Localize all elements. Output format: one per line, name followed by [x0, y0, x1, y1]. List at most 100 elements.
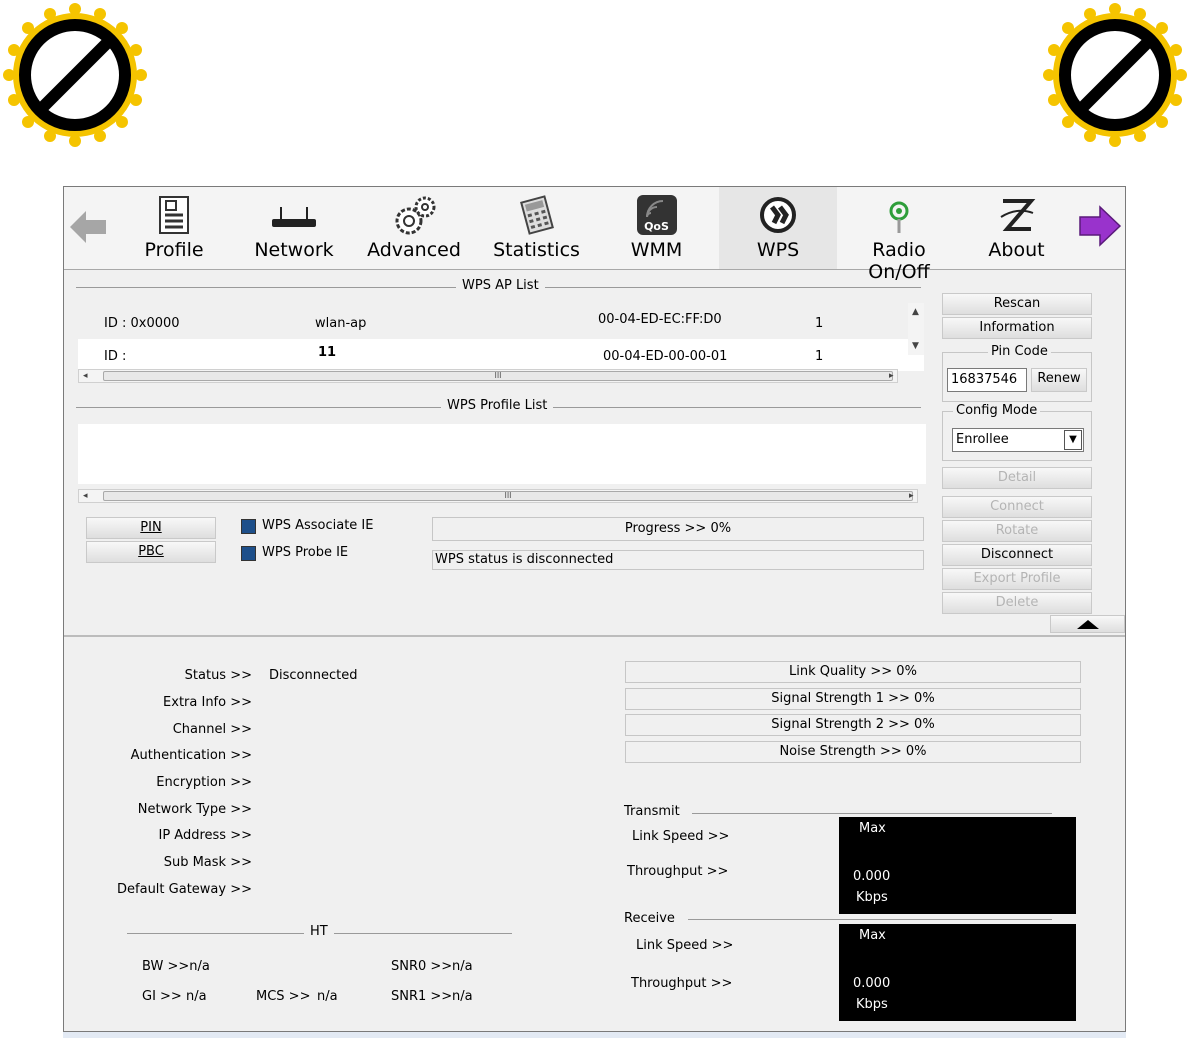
transmit-graph: Max 0.000 Kbps [839, 817, 1076, 914]
ap-list-hscrollbar[interactable]: ◂ III ▸ [78, 369, 898, 383]
ap-list-vscrollbar[interactable]: ▲ ▼ [908, 303, 924, 355]
collapse-button[interactable] [1050, 615, 1125, 633]
authentication-label: Authentication >> [130, 748, 252, 763]
wps-profile-list[interactable] [78, 424, 926, 484]
wireless-utility-window: Profile Network Advanced Statistics QoS … [63, 186, 1126, 1032]
wps-status-value: WPS status is disconnected [435, 552, 614, 567]
pin-button[interactable]: PIN [86, 517, 216, 539]
config-mode-select[interactable]: Enrollee ▼ [952, 428, 1084, 452]
transmit-unit: Kbps [856, 890, 888, 905]
snr0-value: n/a [452, 959, 473, 974]
tab-radio-label: Radio On/Off [868, 239, 930, 283]
tab-about-label: About [988, 239, 1045, 261]
information-button[interactable]: Information [942, 317, 1092, 339]
connect-button[interactable]: Connect [942, 496, 1092, 518]
tab-advanced[interactable]: Advanced [359, 187, 469, 269]
wps-associate-ie-label: WPS Associate IE [262, 518, 374, 533]
disconnect-button[interactable]: Disconnect [942, 544, 1092, 566]
ap-row[interactable]: ID : 0x0000 wlan-ap 00-04-ED-EC:FF:D0 1 [78, 303, 908, 339]
profile-list-scroll-thumb[interactable]: III [103, 491, 913, 501]
export-profile-button[interactable]: Export Profile [942, 568, 1092, 590]
ap-row-ssid: 11 [318, 345, 337, 360]
tab-network[interactable]: Network [239, 187, 349, 269]
pin-code-label: Pin Code [988, 344, 1051, 359]
ap-list-scroll-thumb[interactable]: III [103, 371, 893, 381]
mcs-value: n/a [317, 989, 338, 1004]
tab-profile-label: Profile [144, 239, 204, 261]
detail-button[interactable]: Detail [942, 467, 1092, 489]
scroll-right-icon[interactable]: ▸ [909, 491, 914, 501]
tab-wmm[interactable]: QoS WMM [604, 187, 709, 269]
receive-value: 0.000 [853, 976, 891, 991]
receive-unit: Kbps [856, 997, 888, 1012]
receive-max: Max [859, 928, 886, 943]
checkbox-checked-icon [241, 546, 256, 561]
bw-value: BW >>n/a [142, 959, 210, 974]
pin-code-field[interactable]: 16837546 [947, 368, 1027, 392]
scroll-up-icon[interactable]: ▲ [912, 307, 919, 317]
snr1-label: SNR1 >> [391, 989, 453, 1004]
toolbar: Profile Network Advanced Statistics QoS … [64, 187, 1125, 283]
rescan-button[interactable]: Rescan [942, 293, 1092, 315]
ap-row-mac: 00-04-ED-00-00-01 [603, 349, 728, 364]
advanced-gears-icon [395, 196, 436, 235]
ap-row-channel: 1 [815, 316, 824, 331]
back-arrow-icon[interactable] [68, 207, 108, 247]
default-gateway-label: Default Gateway >> [117, 882, 252, 897]
gi-value: GI >> n/a [142, 989, 207, 1004]
about-logo-icon [999, 199, 1035, 231]
wps-ap-list[interactable]: ID : 0x0000 wlan-ap 00-04-ED-EC:FF:D0 1 … [78, 303, 924, 371]
transmit-title: Transmit [624, 804, 686, 819]
wps-status-text: WPS status is disconnected [432, 550, 924, 570]
scroll-right-icon[interactable]: ▸ [889, 371, 894, 381]
scroll-down-icon[interactable]: ▼ [912, 341, 919, 351]
tab-statistics-label: Statistics [493, 239, 580, 261]
signal-strength-1-bar: Signal Strength 1 >> 0% [625, 688, 1081, 710]
ap-row-channel: 1 [815, 349, 824, 364]
ap-row[interactable]: ID : 11 00-04-ED-00-00-01 1 [78, 339, 908, 371]
noise-strength-text: Noise Strength >> 0% [779, 744, 927, 759]
scroll-left-icon[interactable]: ◂ [83, 491, 88, 501]
progress-text: Progress >> 0% [624, 521, 732, 536]
tab-profile[interactable]: Profile [119, 187, 229, 269]
tab-wps-label: WPS [756, 239, 800, 261]
rotate-button[interactable]: Rotate [942, 520, 1092, 542]
transmit-link-speed-label: Link Speed >> [632, 829, 730, 844]
receive-graph: Max 0.000 Kbps [839, 924, 1076, 1021]
extra-info-label: Extra Info >> [163, 695, 252, 710]
qos-icon-text: QoS [644, 220, 669, 233]
renew-button[interactable]: Renew [1031, 368, 1087, 392]
prohibited-badge-icon-right [1043, 3, 1187, 147]
wps-ap-list-title: WPS AP List [456, 278, 545, 293]
profile-icon [159, 196, 189, 234]
tab-about[interactable]: About [964, 187, 1069, 269]
delete-button[interactable]: Delete [942, 592, 1092, 614]
receive-title: Receive [624, 911, 681, 926]
tab-wps[interactable]: WPS [719, 187, 837, 269]
tab-network-label: Network [254, 239, 334, 261]
transmit-max: Max [859, 821, 886, 836]
channel-label: Channel >> [172, 722, 252, 737]
progress-bar: Progress >> 0% [432, 517, 924, 541]
wps-probe-ie-label: WPS Probe IE [262, 545, 349, 560]
wps-profile-list-title: WPS Profile List [441, 398, 554, 413]
config-mode-value: Enrollee [956, 432, 1009, 447]
radio-antenna-icon [889, 201, 909, 233]
transmit-throughput-label: Throughput >> [627, 864, 729, 879]
config-mode-label: Config Mode [953, 403, 1041, 418]
network-type-label: Network Type >> [137, 802, 252, 817]
ap-row-ssid: wlan-ap [315, 316, 367, 331]
scroll-left-icon[interactable]: ◂ [83, 371, 88, 381]
tab-advanced-label: Advanced [367, 239, 461, 261]
ip-address-label: IP Address >> [158, 828, 253, 843]
pbc-button[interactable]: PBC [86, 541, 216, 563]
checkbox-checked-icon [241, 519, 256, 534]
chevron-down-icon[interactable]: ▼ [1064, 430, 1082, 450]
tab-statistics[interactable]: Statistics [479, 187, 594, 269]
forward-arrow-icon[interactable] [1078, 205, 1122, 247]
profile-list-hscrollbar[interactable]: ◂ III ▸ [78, 489, 918, 503]
prohibited-badge-icon-left [3, 3, 147, 147]
status-label: Status >> [184, 668, 252, 683]
noise-strength-bar: Noise Strength >> 0% [625, 741, 1081, 763]
tab-radio[interactable]: Radio On/Off [839, 187, 959, 283]
